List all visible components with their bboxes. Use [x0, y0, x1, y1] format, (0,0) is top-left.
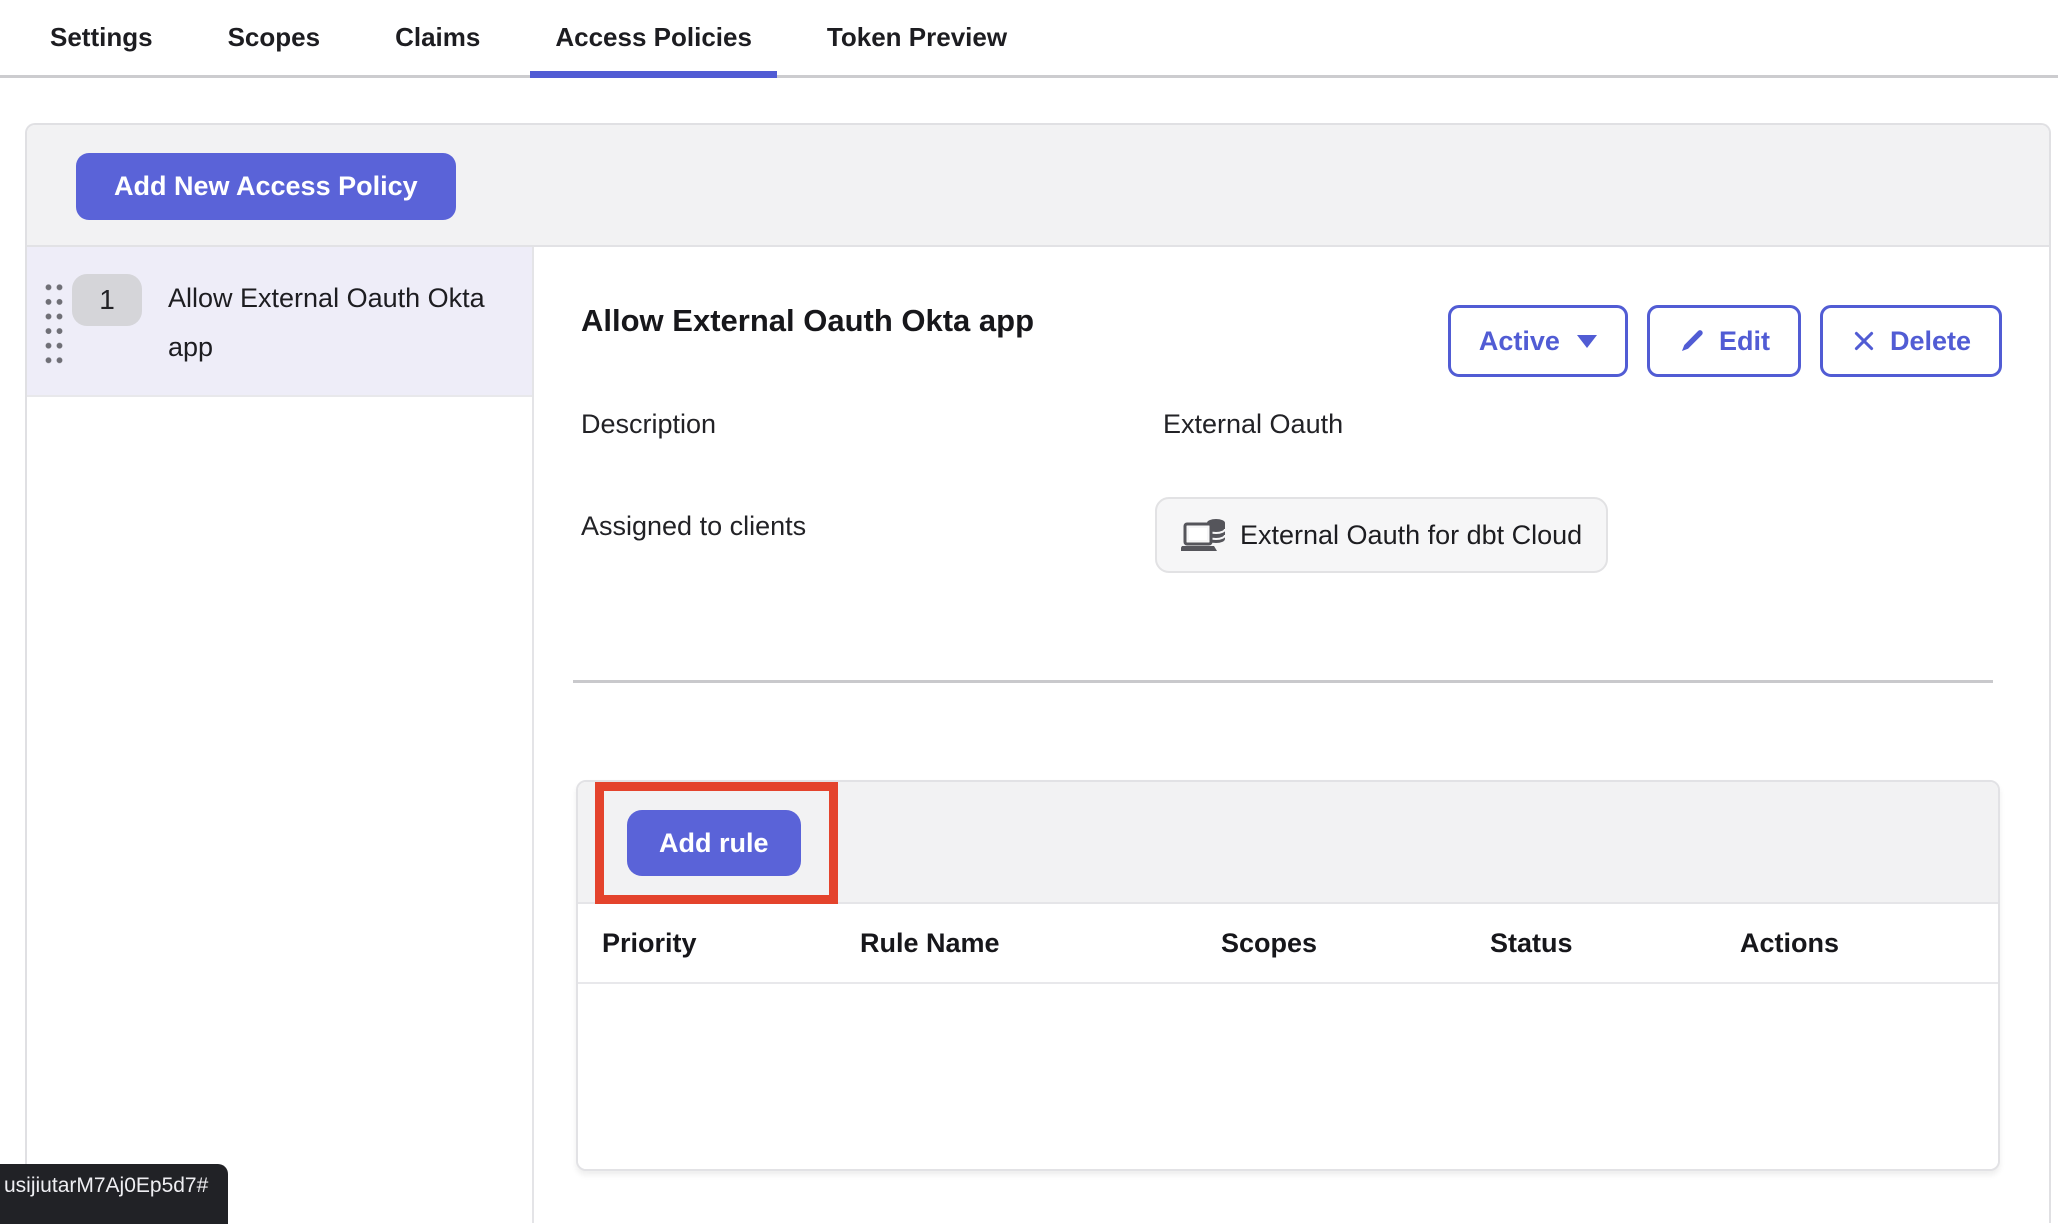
rules-toolbar: Add rule — [578, 782, 1998, 904]
tab-scopes[interactable]: Scopes — [203, 0, 346, 75]
add-rule-button[interactable]: Add rule — [627, 810, 801, 876]
chevron-down-icon — [1577, 335, 1597, 348]
policy-list-sidebar: 1 Allow External Oauth Okta app — [27, 247, 534, 1223]
section-divider — [573, 680, 1993, 683]
tab-access-policies[interactable]: Access Policies — [530, 0, 777, 75]
policy-title: Allow External Oauth Okta app — [581, 303, 1034, 339]
column-header-actions: Actions — [1740, 928, 1998, 959]
assigned-client-chip[interactable]: External Oauth for dbt Cloud — [1155, 497, 1608, 573]
column-header-status: Status — [1490, 928, 1740, 959]
description-value: External Oauth — [1163, 409, 1343, 440]
assigned-to-clients-label: Assigned to clients — [581, 511, 806, 542]
column-header-rule-name: Rule Name — [860, 928, 1221, 959]
link-status-tooltip: usijiutarM7Aj0Ep5d7# — [0, 1164, 228, 1224]
rules-table-body — [578, 984, 1998, 1169]
add-new-access-policy-button[interactable]: Add New Access Policy — [76, 153, 456, 220]
rules-table-header: Priority Rule Name Scopes Status Actions — [578, 904, 1998, 984]
panel-toolbar: Add New Access Policy — [27, 125, 2049, 247]
edit-button[interactable]: Edit — [1647, 305, 1801, 377]
tab-token-preview[interactable]: Token Preview — [802, 0, 1032, 75]
policy-name-label: Allow External Oauth Okta app — [168, 274, 498, 372]
policy-detail-pane: Allow External Oauth Okta app Active Edi… — [534, 247, 2049, 1223]
description-label: Description — [581, 409, 716, 440]
status-dropdown-label: Active — [1479, 326, 1560, 357]
close-x-icon — [1851, 328, 1877, 354]
tab-settings[interactable]: Settings — [25, 0, 178, 75]
policy-action-buttons: Active Edit — [1448, 305, 2002, 377]
policy-list-item[interactable]: 1 Allow External Oauth Okta app — [27, 247, 532, 397]
edit-button-label: Edit — [1719, 326, 1770, 357]
status-dropdown-button[interactable]: Active — [1448, 305, 1628, 377]
pencil-icon — [1678, 327, 1706, 355]
column-header-scopes: Scopes — [1221, 928, 1490, 959]
computer-database-icon — [1181, 515, 1227, 555]
access-policies-panel: Add New Access Policy 1 Allow External O… — [25, 123, 2051, 1223]
delete-button-label: Delete — [1890, 326, 1971, 357]
assigned-client-chip-label: External Oauth for dbt Cloud — [1240, 520, 1582, 551]
policy-order-badge: 1 — [72, 274, 142, 326]
rules-card: Add rule Priority Rule Name Scopes Statu… — [576, 780, 2000, 1171]
column-header-priority: Priority — [602, 928, 860, 959]
delete-button[interactable]: Delete — [1820, 305, 2002, 377]
drag-handle-icon[interactable] — [41, 278, 63, 366]
tab-claims[interactable]: Claims — [370, 0, 505, 75]
tab-bar: Settings Scopes Claims Access Policies T… — [0, 0, 2058, 78]
panel-body: 1 Allow External Oauth Okta app Allow Ex… — [27, 247, 2049, 1223]
